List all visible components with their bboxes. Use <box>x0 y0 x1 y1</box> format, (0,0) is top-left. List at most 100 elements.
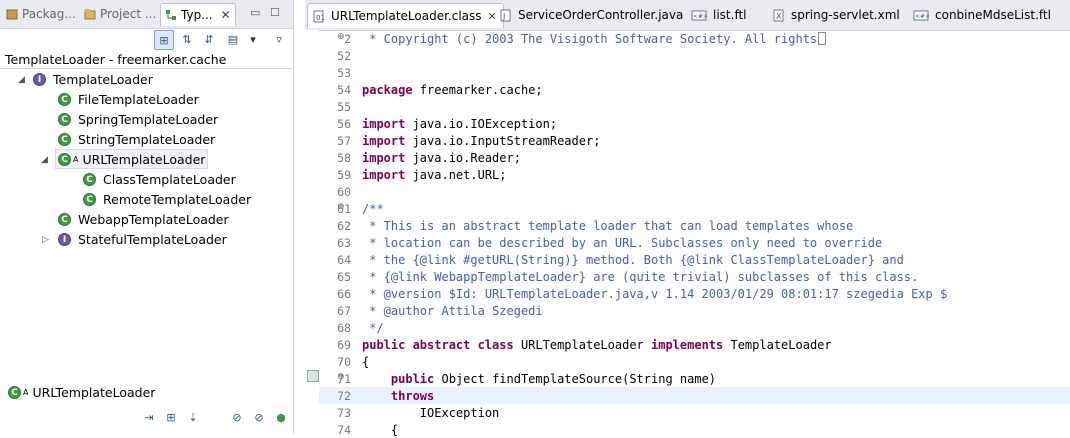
view-menu-icon[interactable]: ▿ <box>270 30 288 48</box>
close-icon[interactable]: ✕ <box>221 8 231 22</box>
keyword: import <box>362 167 406 182</box>
maximize-icon[interactable]: ☐ <box>270 7 281 18</box>
code-line: 63 * location can be described by an URL… <box>319 234 1070 251</box>
class-icon: C <box>58 212 71 226</box>
tab-serviceordercontroller-java[interactable]: J ServiceOrderController.java <box>499 3 683 27</box>
abstract-marker: A <box>23 388 29 397</box>
line-number: 55 <box>337 99 351 114</box>
tab-spring-servlet-xml[interactable]: X spring-servlet.xml <box>772 3 900 27</box>
fold-collapse-icon[interactable]: ⊖ <box>337 202 345 212</box>
keyword: import <box>362 133 406 148</box>
type-hierarchy-icon <box>165 9 177 21</box>
tree-node-remotetemplateloader[interactable]: C RemoteTemplateLoader <box>83 190 251 208</box>
tree-node-statefultemplateloader[interactable]: I StatefulTemplateLoader <box>58 230 227 248</box>
collapsed-twisty-icon[interactable]: ▷ <box>42 235 49 245</box>
line-number: 71 <box>337 371 351 386</box>
line-number: 54 <box>337 82 351 97</box>
hide-static-icon[interactable]: ⊘ <box>248 408 270 426</box>
override-marker-icon[interactable] <box>307 370 319 382</box>
tree-node-filetemplateloader[interactable]: C FileTemplateLoader <box>58 90 199 108</box>
class-icon: C <box>58 92 71 106</box>
tree-node-webapptemplateloader[interactable]: C WebappTemplateLoader <box>58 210 229 228</box>
fold-collapse-icon[interactable]: ⊖ <box>337 372 345 382</box>
tree-node-label: URLTemplateLoader <box>82 151 206 167</box>
tree-node-templateloader[interactable]: I TemplateLoader <box>33 70 153 88</box>
hide-fields-icon[interactable]: ⊘ <box>226 408 248 426</box>
ftl-file-icon: <#> <box>913 9 930 22</box>
tree-node-stringtemplateloader[interactable]: C StringTemplateLoader <box>58 130 215 148</box>
minimize-icon[interactable]: ▭ <box>250 7 261 18</box>
line-text: java.io.IOException; <box>405 116 558 131</box>
fold-expand-icon[interactable]: ⊕ <box>337 32 345 42</box>
tree-node-label: SpringTemplateLoader <box>78 111 219 127</box>
class-icon: C <box>58 132 71 146</box>
show-type-hierarchy-icon[interactable]: ⊞ <box>154 30 174 50</box>
tab-conbinemdselist-ftl[interactable]: <#> conbineMdseList.ftl <box>913 3 1051 27</box>
code-line: 54 package freemarker.cache; <box>319 81 1070 98</box>
svg-text:010: 010 <box>316 14 325 22</box>
tab-list-ftl[interactable]: <#> list.ftl <box>691 3 747 27</box>
line-number: 74 <box>337 422 351 437</box>
expanded-twisty-icon[interactable]: ◢ <box>41 155 48 165</box>
keyword: public abstract class <box>362 337 514 352</box>
selected-type-label: URLTemplateLoader <box>32 385 156 400</box>
tab-label: Project ... <box>100 7 157 21</box>
tab-package-explorer[interactable]: Packag... <box>6 3 76 25</box>
tab-label: URLTemplateLoader.class <box>331 9 482 23</box>
line-text: freemarker.cache; <box>412 82 543 97</box>
keyword: import <box>362 150 406 165</box>
line-text: * location can be described by an URL. S… <box>362 235 883 250</box>
line-number: 73 <box>337 405 351 420</box>
line-text: java.net.URL; <box>405 167 507 182</box>
hide-nonpublic-icon[interactable]: ● <box>270 408 292 426</box>
line-number: 72 <box>337 388 351 403</box>
keyword: import <box>362 116 406 131</box>
tree-node-label: ClassTemplateLoader <box>103 171 236 187</box>
history-icon[interactable]: ▤ <box>224 30 242 48</box>
line-number: 57 <box>337 133 351 148</box>
tab-project-explorer[interactable]: Project ... <box>84 3 156 25</box>
line-text: IOException <box>362 405 500 420</box>
code-line: 62 * This is an abstract template loader… <box>319 217 1070 234</box>
code-line-current: 72 throws <box>319 387 1070 404</box>
line-text: * This is an abstract template loader th… <box>362 218 854 233</box>
tree-node-label: FileTemplateLoader <box>78 91 199 107</box>
lock-view-icon[interactable]: ⇥ <box>138 408 160 426</box>
tree-node-urltemplateloader[interactable]: C A URLTemplateLoader <box>55 149 209 169</box>
code-line: 71 public Object findTemplateSource(Stri… <box>319 370 1070 387</box>
class-icon: C <box>83 172 96 186</box>
line-number: 2 <box>344 31 351 46</box>
left-tab-bar: Packag... Project ... Typ... ✕ ▭ ☐ <box>0 0 293 29</box>
tree-node-label: StringTemplateLoader <box>78 131 216 147</box>
editor-tab-bar: 010 URLTemplateLoader.class ✕ J ServiceO… <box>305 0 1070 31</box>
code-editor[interactable]: 2 * Copyright (c) 2003 The Visigoth Soft… <box>305 30 1070 437</box>
line-number: 60 <box>337 184 351 199</box>
tree-node-springtemplateloader[interactable]: C SpringTemplateLoader <box>58 110 218 128</box>
code-line: 2 * Copyright (c) 2003 The Visigoth Soft… <box>319 30 1070 47</box>
show-subtype-hierarchy-icon[interactable]: ⇵ <box>200 30 218 48</box>
sort-members-icon[interactable]: ⇣ <box>182 408 204 426</box>
tab-urltemplateloader-class[interactable]: 010 URLTemplateLoader.class ✕ <box>307 3 504 28</box>
type-hierarchy-panel: Packag... Project ... Typ... ✕ ▭ ☐ ⊞ ⇅ ⇵… <box>0 0 294 433</box>
show-supertype-hierarchy-icon[interactable]: ⇅ <box>178 30 196 48</box>
folded-marker-icon[interactable] <box>818 32 827 45</box>
tree-node-classtemplateloader[interactable]: C ClassTemplateLoader <box>83 170 236 188</box>
tab-label: Typ... <box>181 8 213 22</box>
code-line: 64 * the {@link #getURL(String)} method.… <box>319 251 1070 268</box>
line-number: 53 <box>337 65 351 80</box>
class-icon: C <box>58 112 71 126</box>
show-all-members-icon[interactable]: ⊞ <box>160 408 182 426</box>
tab-type-hierarchy[interactable]: Typ... ✕ <box>160 3 236 26</box>
line-text: Object findTemplateSource(String name) <box>434 371 717 386</box>
svg-text:X: X <box>776 12 782 21</box>
expanded-twisty-icon[interactable]: ◢ <box>18 75 25 85</box>
close-icon[interactable]: ✕ <box>488 10 497 23</box>
ftl-file-icon: <#> <box>691 9 708 22</box>
line-number: 65 <box>337 269 351 284</box>
tree-node-label: StatefulTemplateLoader <box>78 231 227 247</box>
code-line: 57 import java.io.InputStreamReader; <box>319 132 1070 149</box>
keyword: package <box>362 82 413 97</box>
chevron-down-icon[interactable]: ▾ <box>244 30 262 48</box>
line-text: * @author Attila Szegedi <box>362 303 543 318</box>
